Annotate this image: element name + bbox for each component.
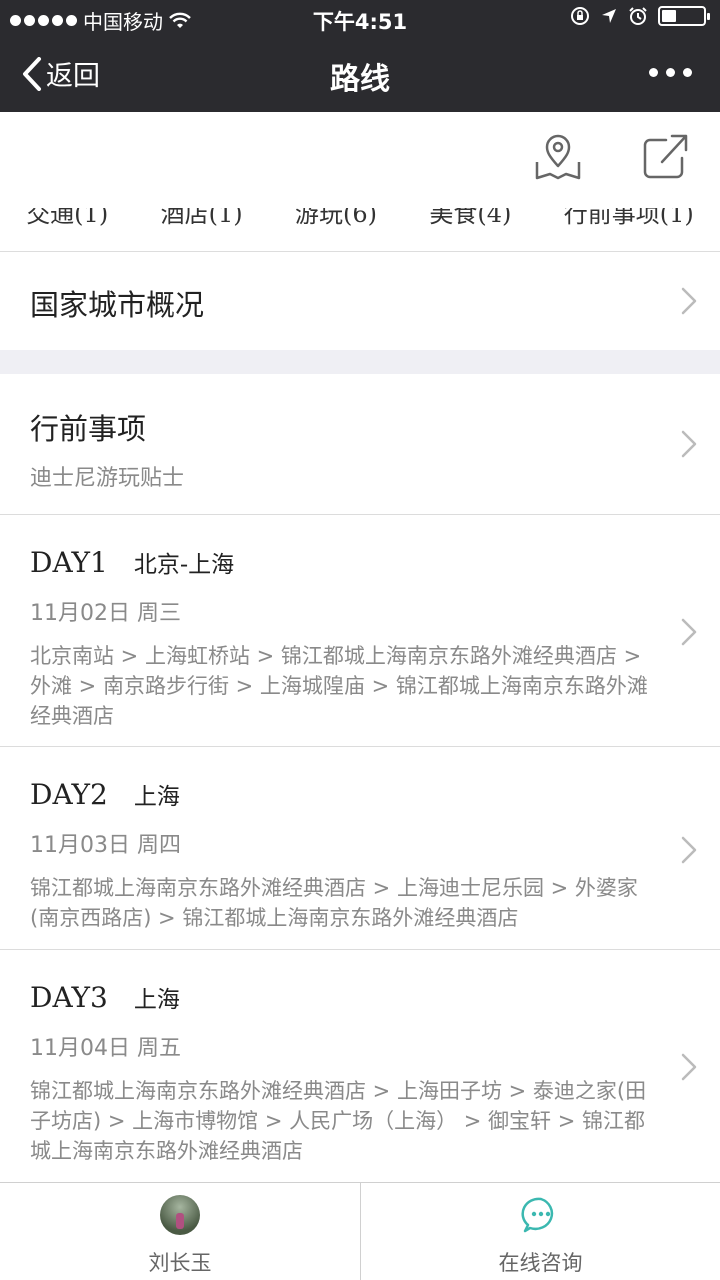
tab-food[interactable]: 美食(4) [429, 208, 511, 229]
status-bar: 中国移动 下午4:51 [0, 0, 720, 36]
day-route: 锦江都城上海南京东路外滩经典酒店 > 上海田子坊 > 泰迪之家(田子坊店) > … [30, 1079, 647, 1163]
day-number: DAY2 [30, 778, 108, 811]
consult-label: 在线咨询 [498, 1251, 583, 1275]
day-date: 11月03日 周四 [30, 833, 181, 858]
overview-row[interactable]: 国家城市概况 [0, 252, 720, 350]
day-date: 11月02日 周三 [30, 601, 181, 626]
tab-hotel[interactable]: 酒店(1) [161, 208, 243, 229]
toolbar [0, 112, 720, 208]
day-city: 上海 [133, 784, 180, 810]
day-header: DAY3 上海 [30, 980, 720, 1014]
status-right [570, 6, 710, 26]
online-consult-button[interactable]: 在线咨询 [360, 1183, 720, 1280]
pre-trip-item[interactable]: 行前事项 迪士尼游玩贴士 [0, 374, 720, 515]
contact-name: 刘长玉 [148, 1251, 212, 1275]
chevron-right-icon [681, 618, 697, 646]
day-route: 锦江都城上海南京东路外滩经典酒店 > 上海迪士尼乐园 > 外婆家(南京西路店) … [30, 876, 638, 930]
chevron-right-icon [681, 1053, 697, 1081]
day-item[interactable]: DAY3 上海 11月04日 周五 锦江都城上海南京东路外滩经典酒店 > 上海田… [0, 950, 720, 1182]
category-tabs: 交通(1) 酒店(1) 游玩(6) 美食(4) 行前事项(1) [0, 208, 720, 252]
day-item[interactable]: DAY2 上海 11月03日 周四 锦江都城上海南京东路外滩经典酒店 > 上海迪… [0, 747, 720, 950]
day-date: 11月04日 周五 [30, 1036, 181, 1061]
day-route: 北京南站 > 上海虹桥站 > 锦江都城上海南京东路外滩经典酒店 > 外滩 > 南… [30, 644, 648, 728]
pre-trip-subtitle: 迪士尼游玩贴士 [30, 466, 185, 491]
location-arrow-icon [602, 9, 616, 23]
more-button[interactable] [649, 68, 692, 77]
tab-traffic[interactable]: 交通(1) [26, 208, 108, 229]
alarm-icon [629, 7, 647, 25]
day-city: 上海 [133, 987, 180, 1013]
day-number: DAY3 [30, 981, 108, 1014]
chevron-right-icon [681, 430, 697, 458]
day-city: 北京-上海 [133, 552, 235, 578]
tab-pre-trip[interactable]: 行前事项(1) [564, 208, 694, 229]
day-number: DAY1 [30, 546, 108, 579]
day-header: DAY1 北京-上海 [30, 545, 720, 579]
chevron-right-icon [681, 287, 697, 315]
share-icon[interactable] [640, 132, 690, 182]
more-dots-icon [649, 68, 658, 77]
bottom-bar: 刘长玉 在线咨询 [0, 1182, 720, 1280]
map-pin-icon[interactable] [533, 132, 583, 182]
avatar [160, 1195, 200, 1235]
nav-bar: 返回 路线 [0, 36, 720, 112]
chat-bubble-icon [521, 1197, 554, 1233]
battery-icon [658, 6, 710, 26]
pre-trip-title: 行前事项 [30, 412, 147, 446]
overview-title: 国家城市概况 [30, 288, 205, 322]
day-item[interactable]: DAY1 北京-上海 11月02日 周三 北京南站 > 上海虹桥站 > 锦江都城… [0, 515, 720, 747]
day-header: DAY2 上海 [30, 777, 720, 811]
contact-button[interactable]: 刘长玉 [0, 1183, 360, 1280]
itinerary-list: 行前事项 迪士尼游玩贴士 DAY1 北京-上海 11月02日 周三 北京南站 >… [0, 374, 720, 1182]
chevron-right-icon [681, 836, 697, 864]
page-title: 路线 [330, 62, 390, 97]
rotation-lock-icon [571, 7, 589, 25]
tab-sightseeing[interactable]: 游玩(6) [295, 208, 377, 229]
